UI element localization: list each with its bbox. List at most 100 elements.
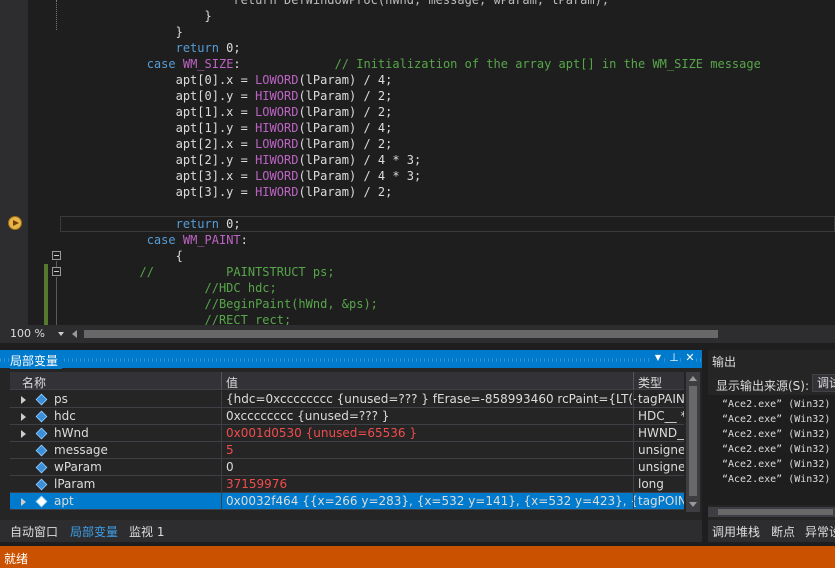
locals-row-lparam[interactable]: lParam 37159976 long: [10, 476, 684, 493]
tab-breakpoints[interactable]: 断点: [771, 523, 795, 540]
expand-icon[interactable]: [21, 498, 26, 506]
code-line[interactable]: {: [60, 248, 183, 264]
code-line[interactable]: }: [60, 24, 183, 40]
code-line[interactable]: case WM_PAINT:: [60, 232, 248, 248]
pin-icon[interactable]: ⊥: [668, 351, 680, 365]
vertical-scrollbar-thumb[interactable]: [689, 386, 697, 496]
output-scrollbar-thumb[interactable]: [718, 509, 833, 515]
output-source-label: 显示输出来源(S):: [716, 379, 810, 393]
zoom-level[interactable]: 100 %: [10, 327, 45, 340]
code-token: (lParam) / 4;: [298, 121, 393, 135]
code-line[interactable]: //HDC hdc;: [60, 280, 277, 296]
code-token: (lParam) / 4 * 3;: [298, 153, 422, 167]
code-line[interactable]: return 0;: [60, 216, 241, 232]
code-token: :: [240, 233, 248, 247]
expand-icon[interactable]: [21, 430, 26, 438]
code-line[interactable]: apt[0].y = HIWORD(lParam) / 2;: [60, 88, 393, 104]
tab-exception-settings[interactable]: 异常设置: [805, 523, 835, 540]
indent-guide: [56, 0, 57, 30]
code-token: apt[3].y =: [60, 185, 256, 199]
code-line[interactable]: apt[3].y = HIWORD(lParam) / 2;: [60, 184, 393, 200]
locals-row-hdc[interactable]: hdc 0xcccccccc {unused=??? } HDC__ *: [10, 408, 684, 425]
locals-row-ps[interactable]: ps {hdc=0xcccccccc {unused=??? } fErase=-…: [10, 391, 684, 408]
locals-grid-header: 名称 值 类型: [10, 372, 684, 390]
variable-value[interactable]: 0x0032f464 {{x=266 y=283}, {x=532 y=141}…: [226, 494, 636, 508]
current-statement-arrow-icon: [8, 216, 22, 230]
code-line[interactable]: apt[1].y = HIWORD(lParam) / 4;: [60, 120, 393, 136]
locals-row-apt[interactable]: apt 0x0032f464 {{x=266 y=283}, {x=532 y=1…: [10, 493, 684, 510]
locals-row-wparam[interactable]: wParam 0unsigned int: [10, 459, 684, 476]
window-position-dropdown-icon[interactable]: ▼: [652, 351, 664, 365]
locals-title-bar[interactable]: 局部变量 ▼ ⊥ ✕: [0, 350, 702, 369]
cell-separator: [633, 459, 634, 476]
cell-separator: [633, 408, 634, 425]
variable-name: hdc: [54, 409, 76, 423]
tab-locals[interactable]: 局部变量: [70, 523, 118, 540]
code-line[interactable]: case WM_SIZE: // Initialization of the a…: [60, 56, 761, 72]
code-editor[interactable]: return DefWindowProc(hWnd, message, wPar…: [0, 0, 835, 325]
code-line[interactable]: return 0;: [60, 40, 241, 56]
horizontal-scrollbar-thumb[interactable]: [84, 330, 718, 338]
output-horizontal-scrollbar[interactable]: [708, 507, 835, 517]
tab-call-stack[interactable]: 调用堆栈: [712, 523, 760, 540]
variable-value[interactable]: 5: [226, 443, 636, 457]
code-token: LOWORD: [255, 73, 299, 87]
code-line[interactable]: // PAINTSTRUCT ps;: [60, 264, 334, 280]
output-text[interactable]: “Ace2.exe” (Win32) “Ace2.exe” (Win32) “Ace…: [708, 395, 835, 505]
expand-icon[interactable]: [21, 413, 26, 421]
code-line[interactable]: apt[2].y = HIWORD(lParam) / 4 * 3;: [60, 152, 422, 168]
close-icon[interactable]: ✕: [684, 351, 696, 365]
cell-separator: [221, 425, 222, 442]
variable-icon: [35, 427, 48, 440]
column-header-name[interactable]: 名称: [22, 374, 46, 391]
code-line[interactable]: }: [60, 8, 211, 24]
variable-icon: [35, 410, 48, 423]
scroll-left-icon[interactable]: [72, 330, 77, 338]
code-line[interactable]: apt[1].x = LOWORD(lParam) / 2;: [60, 104, 393, 120]
column-header-type[interactable]: 类型: [638, 374, 662, 391]
variable-icon: [35, 495, 48, 508]
code-token: WM_SIZE: [182, 57, 234, 71]
code-token: HIWORD: [255, 185, 299, 199]
output-line: “Ace2.exe” (Win32): [722, 459, 831, 470]
variable-type: long: [638, 477, 664, 491]
locals-title: 局部变量: [10, 352, 63, 369]
column-header-value[interactable]: 值: [226, 374, 238, 391]
code-line[interactable]: apt[0].x = LOWORD(lParam) / 4;: [60, 72, 393, 88]
scroll-up-icon[interactable]: [689, 376, 697, 381]
tab-autos[interactable]: 自动窗口: [10, 523, 58, 540]
locals-row-message[interactable]: message 5unsigned int: [10, 442, 684, 459]
variable-value[interactable]: {hdc=0xcccccccc {unused=??? } fErase=-85…: [226, 392, 636, 406]
expand-icon[interactable]: [21, 396, 26, 404]
tab-watch-1[interactable]: 监视 1: [129, 523, 164, 540]
scroll-down-icon[interactable]: [689, 502, 697, 507]
output-source-select[interactable]: 调试: [812, 374, 835, 392]
code-token: //RECT rect;: [204, 313, 292, 325]
column-separator[interactable]: [633, 372, 634, 390]
code-line[interactable]: //RECT rect;: [60, 312, 292, 325]
code-token: WM_PAINT: [182, 233, 241, 247]
code-token: 0;: [218, 41, 241, 55]
column-separator[interactable]: [221, 372, 222, 390]
variable-icon: [35, 444, 48, 457]
code-token: :: [233, 57, 335, 71]
variable-name: wParam: [54, 460, 102, 474]
code-line[interactable]: apt[3].x = LOWORD(lParam) / 4 * 3;: [60, 168, 422, 184]
variable-name: apt: [54, 494, 74, 508]
code-line[interactable]: return DefWindowProc(hWnd, message, wPar…: [60, 0, 609, 8]
code-line[interactable]: apt[2].x = LOWORD(lParam) / 2;: [60, 136, 393, 152]
zoom-dropdown-icon[interactable]: [58, 332, 64, 336]
variable-value[interactable]: 0xcccccccc {unused=??? }: [226, 409, 636, 423]
variable-value[interactable]: 0: [226, 460, 636, 474]
vertical-scrollbar[interactable]: [686, 372, 700, 512]
output-title: 输出: [712, 355, 737, 369]
code-line[interactable]: //BeginPaint(hWnd, &ps);: [60, 296, 378, 312]
locals-row-hwnd[interactable]: hWnd 0x001d0530 {unused=65536 }HWND__ *: [10, 425, 684, 442]
variable-value[interactable]: 0x001d0530 {unused=65536 }: [226, 426, 636, 440]
indicator-margin[interactable]: [0, 0, 28, 325]
status-text: 就绪: [4, 552, 29, 566]
variable-value[interactable]: 37159976: [226, 477, 636, 491]
